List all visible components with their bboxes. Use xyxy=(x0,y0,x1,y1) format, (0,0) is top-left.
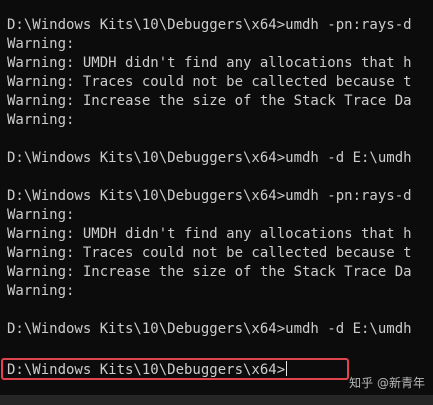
console-line: Warning: xyxy=(7,207,75,223)
console-line: D:\Windows Kits\10\Debuggers\x64>umdh -d… xyxy=(7,150,412,166)
console-line: D:\Windows Kits\10\Debuggers\x64>umdh -p… xyxy=(7,17,412,33)
console-line: Warning: Traces could not be callected b… xyxy=(7,74,412,90)
console-line: Warning: xyxy=(7,283,75,299)
console-line: Warning: Increase the size of the Stack … xyxy=(7,264,412,280)
bottom-strip xyxy=(0,395,433,405)
console-line: Warning: UMDH didn't find any allocation… xyxy=(7,226,412,242)
console-output: D:\Windows Kits\10\Debuggers\x64>umdh -p… xyxy=(7,16,433,339)
command-input-line[interactable]: D:\Windows Kits\10\Debuggers\x64> xyxy=(7,361,288,380)
console-line: D:\Windows Kits\10\Debuggers\x64>umdh -d… xyxy=(7,321,412,337)
console-line: Warning: Increase the size of the Stack … xyxy=(7,93,412,109)
console-line: D:\Windows Kits\10\Debuggers\x64>umdh -p… xyxy=(7,188,412,204)
text-cursor xyxy=(286,361,288,376)
console-line: Warning: Traces could not be callected b… xyxy=(7,245,412,261)
console-line: Warning: xyxy=(7,36,75,52)
prompt-text: D:\Windows Kits\10\Debuggers\x64> xyxy=(7,362,286,378)
terminal-window[interactable]: D:\Windows Kits\10\Debuggers\x64>umdh -p… xyxy=(0,0,433,405)
console-line: Warning: xyxy=(7,112,75,128)
console-line: Warning: UMDH didn't find any allocation… xyxy=(7,55,412,71)
watermark-text: 知乎 @新青年 xyxy=(349,376,425,390)
